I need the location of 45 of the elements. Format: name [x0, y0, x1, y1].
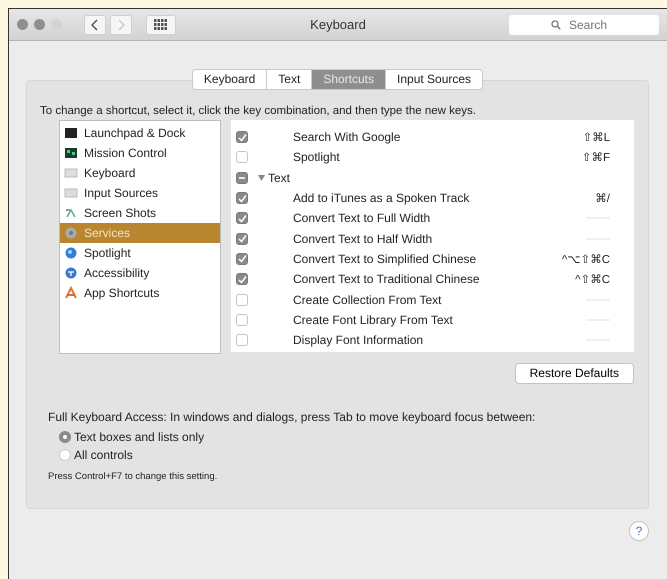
category-label: Mission Control	[84, 146, 167, 160]
tab[interactable]: Keyboard	[192, 69, 268, 90]
category-item[interactable]: Mission Control	[60, 143, 220, 163]
key-combination[interactable]: ^⌥⇧⌘C	[562, 252, 610, 266]
shortcut-label: Convert Text to Simplified Chinese	[293, 252, 476, 266]
shortcut-label: Convert Text to Half Width	[293, 232, 432, 246]
instructions-text: To change a shortcut, select it, click the key combination, and then type the new keys.	[40, 105, 477, 117]
category-label: Screen Shots	[84, 206, 156, 220]
option-label[interactable]: All controls	[74, 448, 133, 462]
key-combination[interactable]: ^⇧⌘C	[575, 272, 610, 286]
key-combination[interactable]: ⌘/	[595, 191, 610, 206]
shortcut-label: Add to iTunes as a Spoken Track	[293, 191, 470, 206]
help-button[interactable]: ?	[629, 521, 649, 541]
shortcut-label: Create Font Library From Text	[293, 312, 453, 327]
shortcut-label: Search With Google	[293, 130, 400, 144]
category-item[interactable]: Launchpad & Dock	[60, 123, 220, 143]
shortcut-label: Convert Text to Traditional Chinese	[293, 272, 480, 286]
key-combination[interactable]: ⇧⌘F	[582, 150, 610, 164]
shortcut-label: Spotlight	[293, 150, 340, 164]
category-label: Accessibility	[84, 266, 150, 280]
category-label: Keyboard	[84, 166, 136, 180]
key-combination[interactable]: ⇧⌘L	[582, 130, 610, 144]
search-field[interactable]: Search	[509, 14, 659, 34]
shortcut-label: Create Collection From Text	[293, 292, 442, 307]
shortcut-label: Convert Text to Full Width	[293, 211, 430, 226]
hint-text: Press Control+F7 to change this setting.	[48, 471, 218, 482]
category-item[interactable]: Spotlight	[60, 243, 220, 263]
tab[interactable]: Input Sources	[386, 69, 484, 90]
category-item[interactable]: Input Sources	[60, 183, 220, 203]
shortcut-label: Display Font Information	[293, 333, 424, 348]
option-label[interactable]: Text boxes and lists only	[74, 430, 204, 444]
category-item[interactable]: Keyboard	[60, 163, 220, 183]
category-label: Services	[84, 226, 130, 240]
category-label: Spotlight	[84, 246, 131, 260]
category-label: App Shortcuts	[84, 286, 160, 300]
category-item[interactable]: App Shortcuts	[60, 283, 220, 303]
category-item[interactable]: Screen Shots	[60, 203, 220, 223]
tab[interactable]: Text	[267, 69, 312, 90]
category-item[interactable]: Accessibility	[60, 263, 220, 283]
category-label: Input Sources	[84, 186, 158, 200]
window-title: Keyboard	[309, 17, 367, 32]
group-label: Text	[268, 170, 290, 185]
category-label: Launchpad & Dock	[84, 126, 186, 140]
restore-defaults-button[interactable]: Restore Defaults	[514, 363, 634, 384]
full-keyboard-access-label: Full Keyboard Access: In windows and dialogs, press Tab to move keyboard focus between:	[48, 410, 536, 424]
